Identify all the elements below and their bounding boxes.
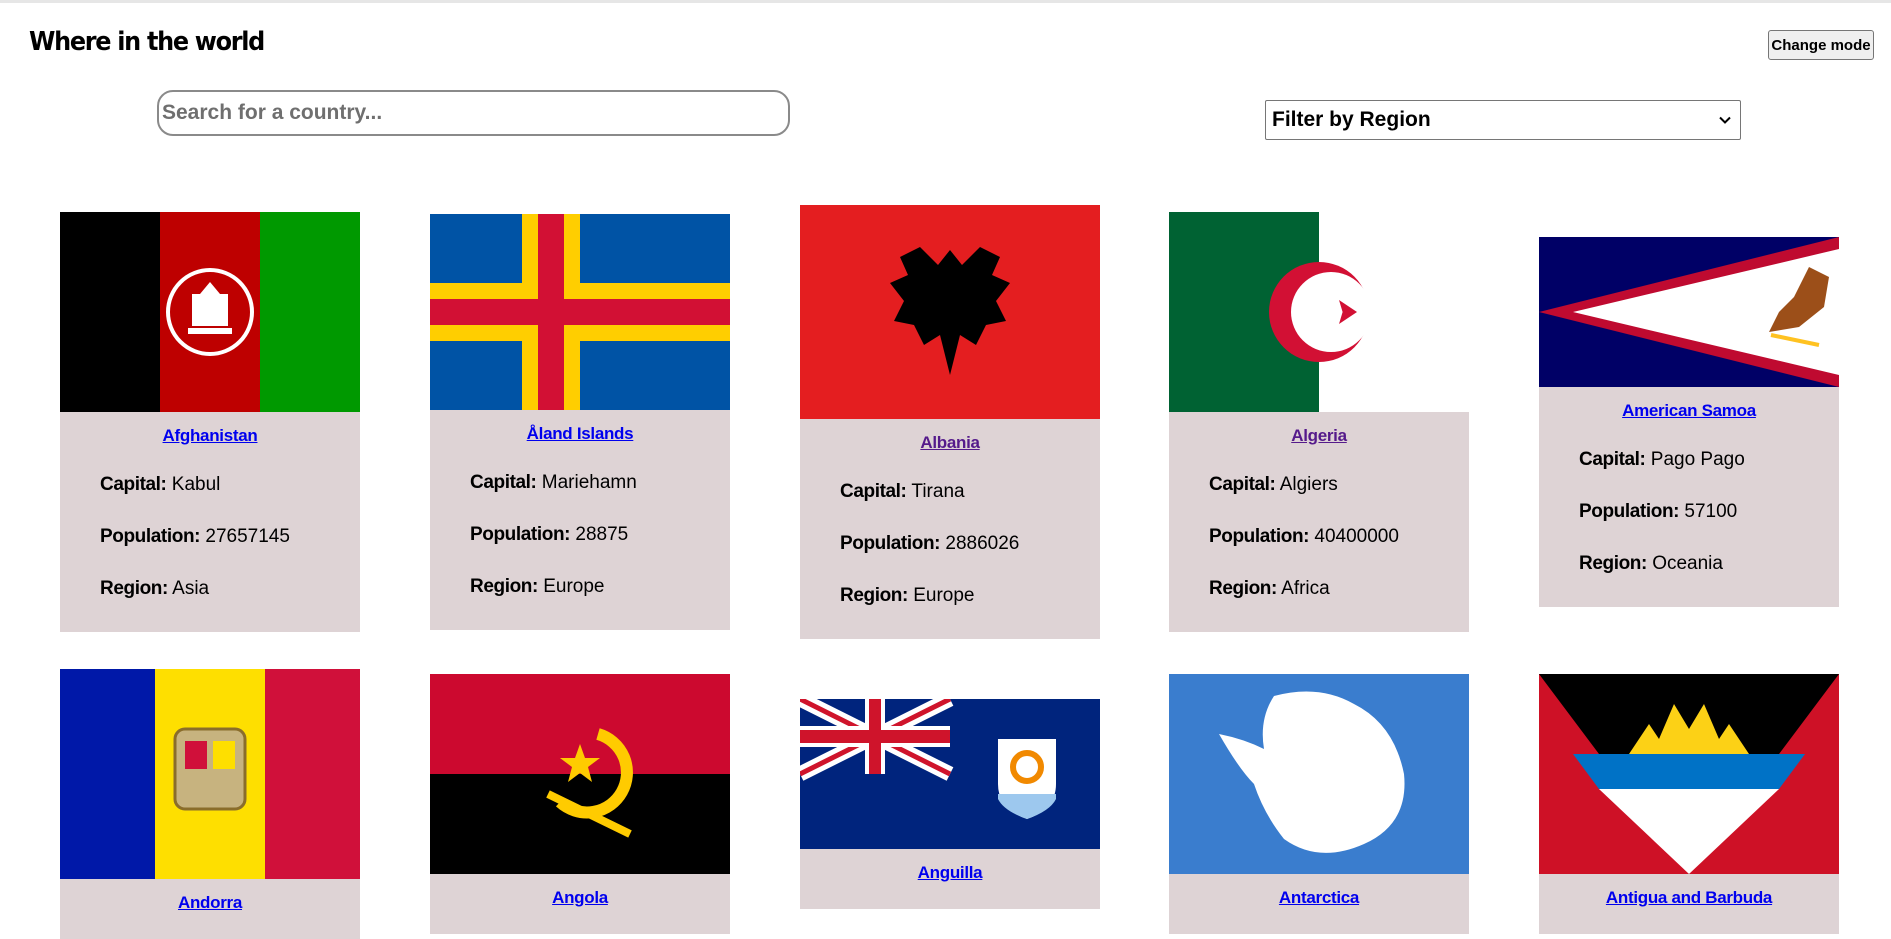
population-value: 2886026 xyxy=(945,533,1020,554)
capital-value: Mariehamn xyxy=(541,472,637,493)
algeria-flag xyxy=(1169,212,1469,412)
angola-flag xyxy=(430,674,730,874)
region-filter-value: Filter by Region xyxy=(1272,108,1431,131)
capital-value: Algiers xyxy=(1279,474,1338,495)
region-row: Region: Europe xyxy=(840,585,975,606)
american-samoa-flag xyxy=(1539,237,1839,387)
country-card-antigua-and-barbuda[interactable]: Antigua and Barbuda xyxy=(1539,674,1839,934)
capital-value: Pago Pago xyxy=(1650,449,1745,470)
chevron-down-icon xyxy=(1719,116,1731,124)
antarctica-flag xyxy=(1169,674,1469,874)
aland-islands-flag xyxy=(430,214,730,410)
region-row: Region: Africa xyxy=(1209,578,1330,599)
andorra-flag xyxy=(60,669,360,879)
country-card-algeria[interactable]: Algeria Capital: Algiers Population: 404… xyxy=(1169,212,1469,632)
population-row: Population: 27657145 xyxy=(100,526,290,547)
search-box[interactable] xyxy=(157,90,790,136)
country-card-andorra[interactable]: Andorra xyxy=(60,669,360,939)
top-border xyxy=(0,0,1891,3)
population-value: 27657145 xyxy=(205,526,290,547)
capital-value: Tirana xyxy=(911,481,965,502)
country-card-antarctica[interactable]: Antarctica xyxy=(1169,674,1469,934)
population-row: Population: 40400000 xyxy=(1209,526,1399,547)
country-info: Algeria Capital: Algiers Population: 404… xyxy=(1169,412,1469,632)
region-value: Africa xyxy=(1281,578,1330,599)
region-value: Oceania xyxy=(1652,553,1723,574)
country-name-link[interactable]: Afghanistan xyxy=(60,412,360,446)
country-card-aland-islands[interactable]: Åland Islands Capital: Mariehamn Populat… xyxy=(430,214,730,630)
country-info: Afghanistan Capital: Kabul Population: 2… xyxy=(60,412,360,632)
country-card-albania[interactable]: Albania Capital: Tirana Population: 2886… xyxy=(800,205,1100,639)
country-name-link[interactable]: American Samoa xyxy=(1539,387,1839,421)
population-row: Population: 2886026 xyxy=(840,533,1020,554)
antigua-and-barbuda-flag xyxy=(1539,674,1839,874)
capital-row: Capital: Algiers xyxy=(1209,474,1338,495)
country-card-anguilla[interactable]: Anguilla xyxy=(800,699,1100,909)
region-value: Asia xyxy=(172,578,210,599)
country-card-afghanistan[interactable]: Afghanistan Capital: Kabul Population: 2… xyxy=(60,212,360,632)
population-value: 40400000 xyxy=(1314,526,1399,547)
capital-row: Capital: Kabul xyxy=(100,474,221,495)
country-info: Albania Capital: Tirana Population: 2886… xyxy=(800,419,1100,639)
capital-value: Kabul xyxy=(171,474,221,495)
change-mode-button[interactable]: Change mode xyxy=(1768,30,1874,60)
capital-row: Capital: Tirana xyxy=(840,481,965,502)
country-info: Antarctica xyxy=(1169,874,1469,934)
country-card-american-samoa[interactable]: American Samoa Capital: Pago Pago Popula… xyxy=(1539,237,1839,607)
country-info: American Samoa Capital: Pago Pago Popula… xyxy=(1539,387,1839,607)
region-row: Region: Oceania xyxy=(1579,553,1723,574)
anguilla-flag xyxy=(800,699,1100,849)
country-info: Antigua and Barbuda xyxy=(1539,874,1839,934)
population-row: Population: 57100 xyxy=(1579,501,1738,522)
population-value: 57100 xyxy=(1684,501,1738,522)
country-name-link[interactable]: Åland Islands xyxy=(430,410,730,444)
country-name-link[interactable]: Anguilla xyxy=(800,849,1100,883)
albania-flag xyxy=(800,205,1100,419)
page-title: Where in the world xyxy=(29,27,265,57)
afghanistan-flag xyxy=(60,212,360,412)
region-row: Region: Europe xyxy=(470,576,605,597)
region-filter-select[interactable]: Filter by Region xyxy=(1265,100,1741,140)
country-info: Åland Islands Capital: Mariehamn Populat… xyxy=(430,410,730,630)
country-name-link[interactable]: Algeria xyxy=(1169,412,1469,446)
capital-row: Capital: Mariehamn xyxy=(470,472,637,493)
population-value: 28875 xyxy=(575,524,629,545)
capital-row: Capital: Pago Pago xyxy=(1579,449,1745,470)
country-info: Andorra xyxy=(60,879,360,939)
search-input[interactable] xyxy=(159,92,788,134)
population-row: Population: 28875 xyxy=(470,524,629,545)
country-info: Angola xyxy=(430,874,730,934)
country-name-link[interactable]: Albania xyxy=(800,419,1100,453)
country-info: Anguilla xyxy=(800,849,1100,909)
region-row: Region: Asia xyxy=(100,578,210,599)
country-name-link[interactable]: Andorra xyxy=(60,879,360,913)
region-value: Europe xyxy=(543,576,605,597)
region-value: Europe xyxy=(913,585,975,606)
country-card-angola[interactable]: Angola xyxy=(430,674,730,934)
